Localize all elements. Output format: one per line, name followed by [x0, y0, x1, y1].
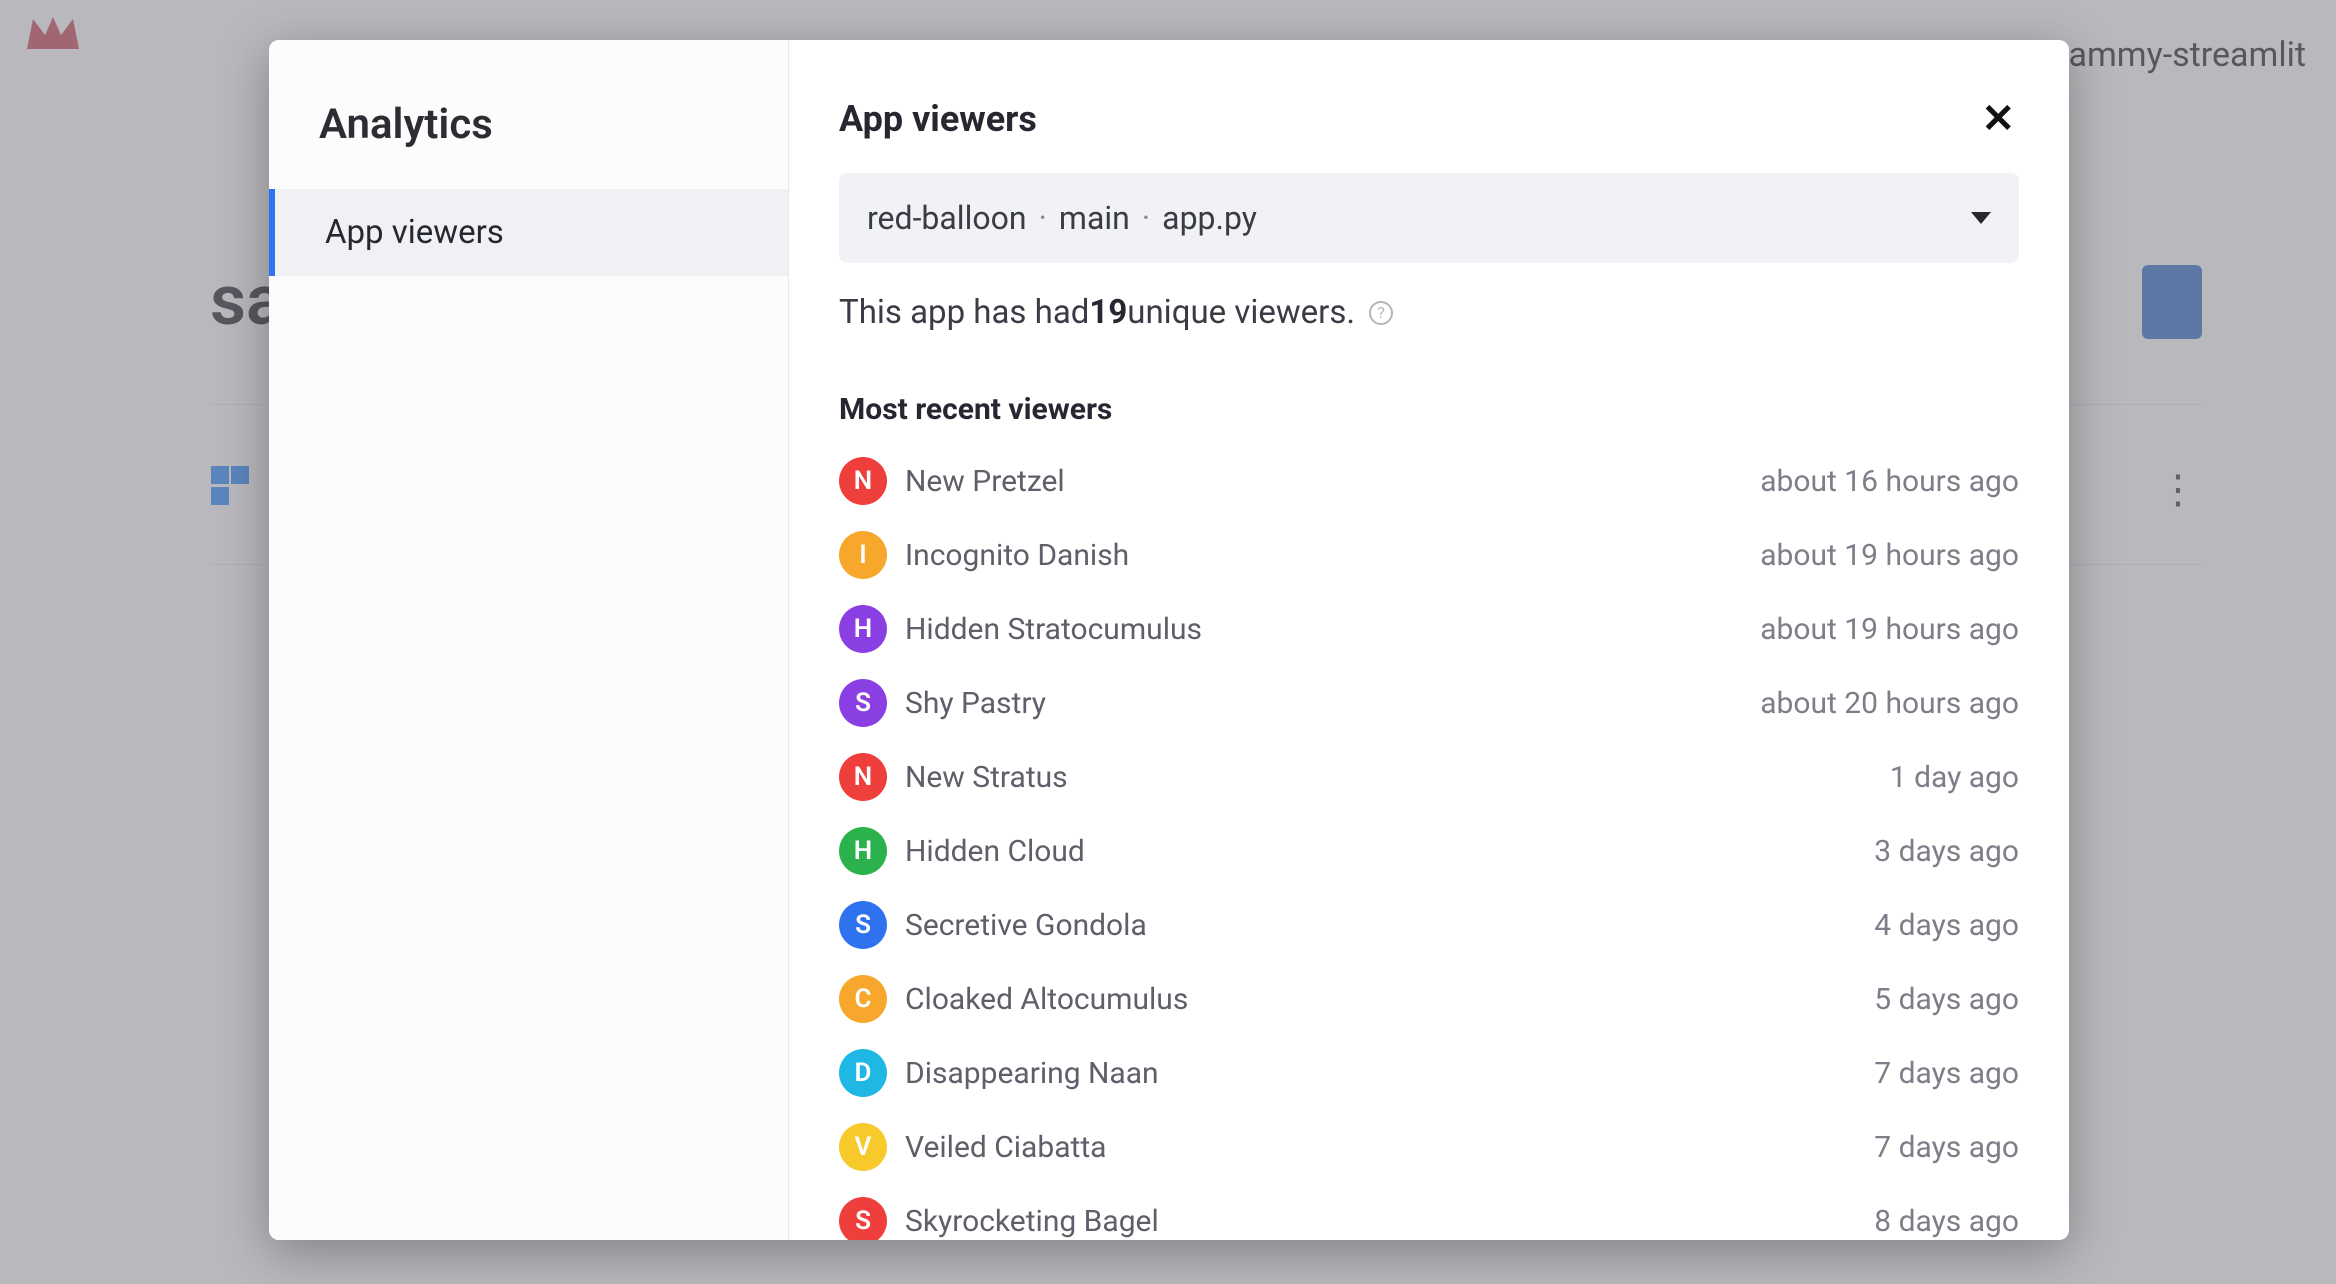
avatar: S: [839, 1197, 887, 1240]
avatar: S: [839, 901, 887, 949]
viewer-name: Hidden Stratocumulus: [905, 612, 1760, 647]
viewer-name: Cloaked Altocumulus: [905, 982, 1874, 1017]
viewer-row: N New Pretzelabout 16 hours ago: [839, 449, 2019, 513]
avatar: D: [839, 1049, 887, 1097]
app-selector-text: red-balloon·main·app.py: [867, 199, 1257, 237]
viewer-row: C Cloaked Altocumulus5 days ago: [839, 967, 2019, 1031]
viewer-time: 7 days ago: [1874, 1056, 2019, 1091]
avatar: N: [839, 457, 887, 505]
chevron-down-icon: [1971, 212, 1991, 224]
avatar: V: [839, 1123, 887, 1171]
viewer-name: Disappearing Naan: [905, 1056, 1874, 1091]
avatar: N: [839, 753, 887, 801]
avatar: S: [839, 679, 887, 727]
sidebar-item-label: App viewers: [325, 213, 504, 252]
viewer-time: 1 day ago: [1890, 760, 2019, 795]
modal-title: App viewers: [839, 98, 1037, 140]
viewer-name: New Pretzel: [905, 464, 1760, 499]
viewer-name: Secretive Gondola: [905, 908, 1874, 943]
avatar: I: [839, 531, 887, 579]
viewer-row: V Veiled Ciabatta7 days ago: [839, 1115, 2019, 1179]
analytics-modal: Analytics App viewers App viewers ✕ red-…: [269, 40, 2069, 1240]
viewer-row: S Secretive Gondola4 days ago: [839, 893, 2019, 957]
avatar: H: [839, 827, 887, 875]
viewer-time: 8 days ago: [1874, 1204, 2019, 1239]
viewer-row: D Disappearing Naan7 days ago: [839, 1041, 2019, 1105]
viewer-time: about 19 hours ago: [1760, 538, 2019, 573]
unique-viewer-count: 19: [1089, 293, 1127, 332]
viewer-name: Hidden Cloud: [905, 834, 1874, 869]
viewer-name: Veiled Ciabatta: [905, 1130, 1874, 1165]
recent-viewers-heading: Most recent viewers: [839, 392, 2019, 427]
viewer-time: 4 days ago: [1874, 908, 2019, 943]
viewer-time: about 19 hours ago: [1760, 612, 2019, 647]
help-icon[interactable]: ?: [1369, 301, 1393, 325]
modal-sidebar: Analytics App viewers: [269, 40, 789, 1240]
avatar: H: [839, 605, 887, 653]
viewer-time: 7 days ago: [1874, 1130, 2019, 1165]
viewer-name: Incognito Danish: [905, 538, 1760, 573]
viewers-list: N New Pretzelabout 16 hours ago I Incognito…: [839, 449, 2019, 1240]
viewer-row: S Shy Pastryabout 20 hours ago: [839, 671, 2019, 735]
viewer-time: 5 days ago: [1874, 982, 2019, 1017]
close-icon[interactable]: ✕: [1977, 95, 2019, 143]
viewer-row: I Incognito Danishabout 19 hours ago: [839, 523, 2019, 587]
viewer-name: Skyrocketing Bagel: [905, 1204, 1874, 1239]
viewer-name: Shy Pastry: [905, 686, 1760, 721]
app-selector-dropdown[interactable]: red-balloon·main·app.py: [839, 173, 2019, 263]
viewer-row: H Hidden Cloud3 days ago: [839, 819, 2019, 883]
viewer-row: S Skyrocketing Bagel8 days ago: [839, 1189, 2019, 1240]
viewer-time: 3 days ago: [1874, 834, 2019, 869]
viewer-time: about 20 hours ago: [1760, 686, 2019, 721]
sidebar-item-app-viewers[interactable]: App viewers: [269, 189, 788, 276]
viewer-row: N New Stratus1 day ago: [839, 745, 2019, 809]
viewer-summary: This app has had 19 unique viewers. ?: [839, 293, 2019, 332]
viewer-name: New Stratus: [905, 760, 1890, 795]
sidebar-title: Analytics: [269, 100, 788, 149]
viewer-time: about 16 hours ago: [1760, 464, 2019, 499]
modal-main: App viewers ✕ red-balloon·main·app.py Th…: [789, 40, 2069, 1240]
avatar: C: [839, 975, 887, 1023]
viewer-row: H Hidden Stratocumulusabout 19 hours ago: [839, 597, 2019, 661]
